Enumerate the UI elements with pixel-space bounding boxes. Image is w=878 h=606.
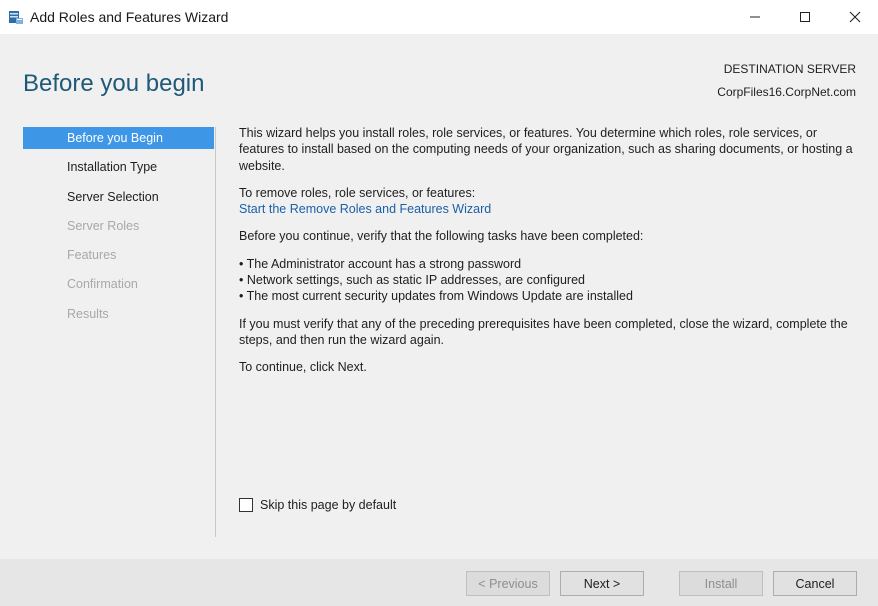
minimize-icon[interactable] (732, 0, 778, 34)
previous-button[interactable]: < Previous (466, 571, 550, 596)
remove-wizard-link[interactable]: Start the Remove Roles and Features Wiza… (239, 202, 491, 216)
close-icon[interactable] (832, 0, 878, 34)
wizard-header: Before you begin DESTINATION SERVER Corp… (0, 34, 878, 114)
title-bar: Add Roles and Features Wizard (0, 0, 878, 34)
nav-item-server-roles: Server Roles (67, 218, 140, 233)
prerequisite-list: • The Administrator account has a strong… (239, 256, 859, 305)
next-button[interactable]: Next > (560, 571, 644, 596)
window-title: Add Roles and Features Wizard (30, 9, 229, 25)
wizard-content: This wizard helps you install roles, rol… (239, 125, 859, 387)
verify-text: Before you continue, verify that the fol… (239, 229, 644, 244)
skip-page-checkbox[interactable] (239, 498, 253, 512)
cancel-button[interactable]: Cancel (773, 571, 857, 596)
maximize-icon[interactable] (782, 0, 828, 34)
wizard-nav: Before you Begin Installation Type Serve… (23, 127, 214, 332)
remove-label: To remove roles, role services, or featu… (239, 185, 476, 200)
destination-server-name: CorpFiles16.CorpNet.com (717, 85, 856, 99)
install-button[interactable]: Install (679, 571, 763, 596)
skip-page-label: Skip this page by default (260, 498, 397, 512)
prereq-text: If you must verify that any of the prece… (239, 316, 848, 347)
nav-item-installation-type[interactable]: Installation Type (23, 156, 214, 185)
nav-item-features: Features (67, 248, 117, 263)
destination-server-label: DESTINATION SERVER (723, 62, 856, 76)
intro-text: This wizard helps you install roles, rol… (239, 126, 853, 173)
nav-item-server-selection[interactable]: Server Selection (23, 186, 214, 215)
nav-item-results: Results (67, 306, 109, 321)
continue-text: To continue, click Next. (239, 360, 367, 375)
nav-item-confirmation: Confirmation (67, 277, 138, 292)
list-item: • The Administrator account has a strong… (239, 256, 522, 271)
list-item: • The most current security updates from… (239, 289, 633, 304)
server-manager-icon (8, 9, 24, 25)
nav-item-before-you-begin[interactable]: Before you Begin (23, 127, 214, 149)
skip-page-option[interactable]: Skip this page by default (239, 498, 396, 512)
list-item: • Network settings, such as static IP ad… (239, 273, 585, 288)
page-title: Before you begin (23, 70, 205, 97)
nav-divider (215, 127, 216, 537)
